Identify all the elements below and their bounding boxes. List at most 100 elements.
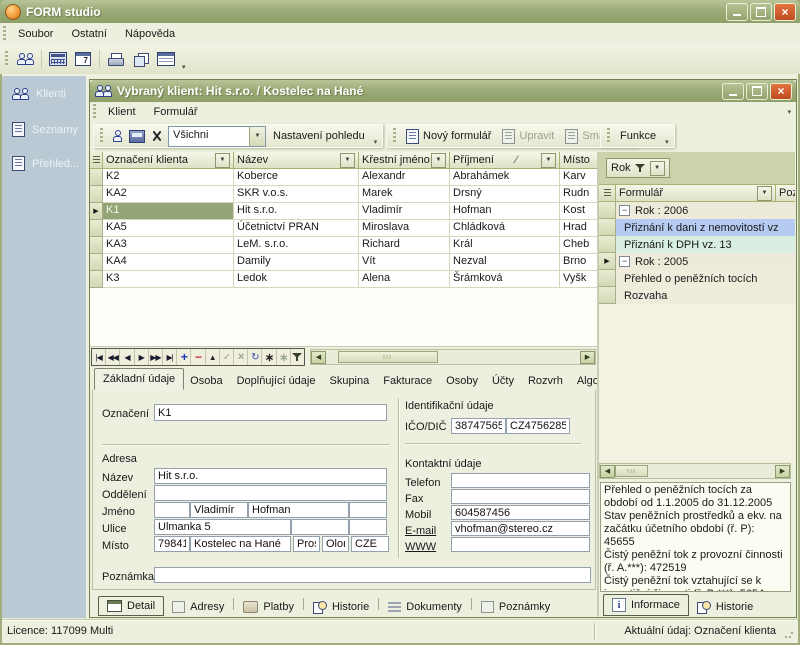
maximize-button[interactable] [750, 3, 772, 21]
group-row-current[interactable]: ▶ Rok : 2005 [599, 253, 795, 270]
nav-goto-bookmark-icon[interactable] [277, 349, 291, 365]
client-close-button[interactable]: × [770, 83, 792, 100]
www-field[interactable] [451, 537, 590, 552]
edit-button[interactable]: Upravit [498, 127, 558, 146]
tab-poznamky[interactable]: Poznámky [473, 598, 558, 616]
table-row[interactable]: KA4 Damily Vít Nezval Brno [90, 254, 597, 271]
jmeno-field[interactable] [190, 502, 248, 518]
ulice-field[interactable] [154, 519, 291, 535]
functions-button[interactable]: Funkce [616, 128, 660, 144]
ico-field[interactable] [451, 418, 506, 434]
email-link-label[interactable]: E-mail [405, 525, 436, 537]
okres-field[interactable] [293, 536, 320, 552]
menu-klient[interactable]: Klient [99, 103, 145, 121]
grid-options-icon[interactable] [90, 152, 103, 169]
titul-pred-field[interactable] [154, 502, 190, 518]
table-row[interactable]: KA3 LeM. s.r.o. Richard Král Cheb [90, 237, 597, 254]
tab-historie[interactable]: Historie [305, 598, 377, 616]
stat-field[interactable] [351, 536, 389, 552]
column-dropdown-icon[interactable] [215, 153, 230, 168]
email-field[interactable] [451, 521, 590, 536]
group-dropdown-icon[interactable] [650, 161, 665, 176]
menu-soubor[interactable]: Soubor [9, 25, 62, 43]
toolbar-grip[interactable] [100, 128, 103, 144]
band-overflow-icon[interactable]: ▾ [663, 138, 671, 146]
column-header-krestni-jmeno[interactable]: Křestní jméno [359, 152, 450, 169]
collapse-icon[interactable] [619, 205, 630, 216]
tab-zakladni-udaje[interactable]: Základní údaje [94, 368, 184, 390]
tab-historie-info[interactable]: Historie [689, 598, 761, 616]
table-row[interactable]: K2 Koberce Alexandr Abrahámek Karv [90, 169, 597, 186]
collapse-icon[interactable] [619, 256, 630, 267]
cardfile-icon[interactable] [128, 125, 146, 147]
printer-icon[interactable] [105, 48, 127, 70]
minimize-button[interactable] [726, 3, 748, 21]
resize-grip-icon[interactable] [784, 629, 794, 639]
fax-field[interactable] [451, 489, 590, 504]
www-link-label[interactable]: WWW [405, 541, 436, 553]
scrollbar-thumb[interactable] [615, 465, 648, 477]
combo-dropdown-icon[interactable] [249, 127, 265, 146]
scroll-right-icon[interactable]: ▶ [775, 465, 790, 478]
column-header-prijmeni[interactable]: Příjmení [450, 152, 560, 169]
column-header-misto[interactable]: Místo [560, 152, 597, 169]
psc-field[interactable] [154, 536, 190, 552]
tab-doplnujici-udaje[interactable]: Doplňující údaje [231, 372, 322, 390]
new-form-button[interactable]: Nový formulář [402, 127, 495, 146]
table-icon[interactable] [155, 48, 177, 70]
nav-filter-icon[interactable] [291, 349, 304, 365]
oznaceni-field[interactable] [154, 404, 387, 421]
scroll-right-icon[interactable]: ▶ [580, 351, 595, 364]
tab-rozvrh[interactable]: Rozvrh [522, 372, 569, 390]
column-header-poz[interactable]: Poz [776, 185, 795, 202]
client-minimize-button[interactable] [722, 83, 744, 100]
person-icon[interactable] [109, 125, 125, 147]
nav-cancel-icon[interactable] [234, 349, 248, 365]
nazev-field[interactable] [154, 468, 387, 484]
nav-last-icon[interactable] [163, 349, 177, 365]
calculator-icon[interactable] [47, 48, 69, 70]
toolbar-grip[interactable] [607, 128, 610, 144]
column-header-formular[interactable]: Formulář [616, 185, 776, 202]
scroll-left-icon[interactable]: ◀ [600, 465, 615, 478]
menu-grip[interactable] [3, 26, 6, 42]
table-row[interactable]: KA5 Účetnictví PRAN Miroslava Chládková … [90, 220, 597, 237]
telefon-field[interactable] [451, 473, 590, 488]
table-row-current[interactable]: ▶ K1 Hit s.r.o. Vladimír Hofman Kost [90, 203, 597, 220]
form-row-selected[interactable]: Přiznání k dani z nemovitostí vz [599, 219, 795, 236]
tab-dokumenty[interactable]: Dokumenty [380, 598, 470, 616]
calendar-icon[interactable] [72, 48, 94, 70]
dic-field[interactable] [506, 418, 570, 434]
scrollbar-thumb[interactable] [338, 351, 438, 363]
filter-combo[interactable]: Všichni [168, 126, 266, 147]
client-maximize-button[interactable] [746, 83, 768, 100]
column-dropdown-icon[interactable] [431, 153, 446, 168]
nav-delete-icon[interactable] [191, 349, 205, 365]
menu-napoveda[interactable]: Nápověda [116, 25, 184, 43]
menu-grip[interactable] [93, 104, 96, 120]
tab-fakturace[interactable]: Fakturace [377, 372, 438, 390]
group-by-rok-chip[interactable]: Rok [606, 158, 670, 178]
form-row[interactable]: Přehled o peněžních tocích [599, 270, 795, 287]
nav-edit-icon[interactable] [206, 349, 220, 365]
poznamka-field[interactable] [154, 567, 591, 583]
toolbar-overflow-icon[interactable]: ▾ [180, 63, 188, 71]
menu-ostatni[interactable]: Ostatní [62, 25, 115, 43]
tab-platby[interactable]: Platby [235, 598, 302, 616]
prijmeni-field[interactable] [248, 502, 349, 518]
column-header-nazev[interactable]: Název [234, 152, 359, 169]
grid-options-icon[interactable] [599, 185, 616, 202]
nav-first-icon[interactable] [92, 349, 106, 365]
view-settings-button[interactable]: Nastavení pohledu [269, 128, 369, 144]
tab-osoba[interactable]: Osoba [184, 372, 228, 390]
nav-post-icon[interactable] [220, 349, 234, 365]
sidebar-item-seznamy[interactable]: Seznamy [12, 122, 78, 137]
nav-bookmark-icon[interactable] [262, 349, 276, 365]
form-row[interactable]: Přiznání k DPH vz. 13 [599, 236, 795, 253]
close-button[interactable]: × [774, 3, 796, 21]
nav-refresh-icon[interactable] [248, 349, 262, 365]
column-dropdown-icon[interactable] [757, 186, 772, 201]
tab-adresy[interactable]: Adresy [164, 598, 232, 616]
tab-detail[interactable]: Detail [98, 596, 164, 616]
table-row[interactable]: KA2 SKR v.o.s. Marek Drsný Rudn [90, 186, 597, 203]
